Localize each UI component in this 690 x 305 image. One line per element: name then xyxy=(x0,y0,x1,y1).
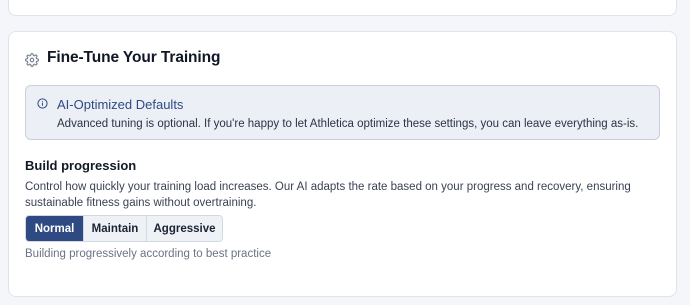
info-icon xyxy=(37,98,48,109)
info-callout: AI-Optimized Defaults Advanced tuning is… xyxy=(25,85,660,140)
build-progression-description: Control how quickly your training load i… xyxy=(25,181,631,209)
card-title: Fine-Tune Your Training xyxy=(47,49,221,66)
option-aggressive-button[interactable]: Aggressive xyxy=(147,216,222,241)
previous-card xyxy=(8,0,677,16)
option-maintain-button[interactable]: Maintain xyxy=(84,216,147,241)
gear-icon xyxy=(25,53,39,67)
build-progression-selector: Normal Maintain Aggressive xyxy=(25,215,223,242)
fine-tune-card: Fine-Tune Your Training AI-Optimized Def… xyxy=(8,31,677,297)
build-progression-title: Build progression xyxy=(25,158,137,173)
info-text: Advanced tuning is optional. If you're h… xyxy=(57,118,639,130)
build-progression-helper: Building progressively according to best… xyxy=(25,248,272,260)
option-normal-button[interactable]: Normal xyxy=(26,216,84,241)
info-title: AI-Optimized Defaults xyxy=(57,97,184,112)
